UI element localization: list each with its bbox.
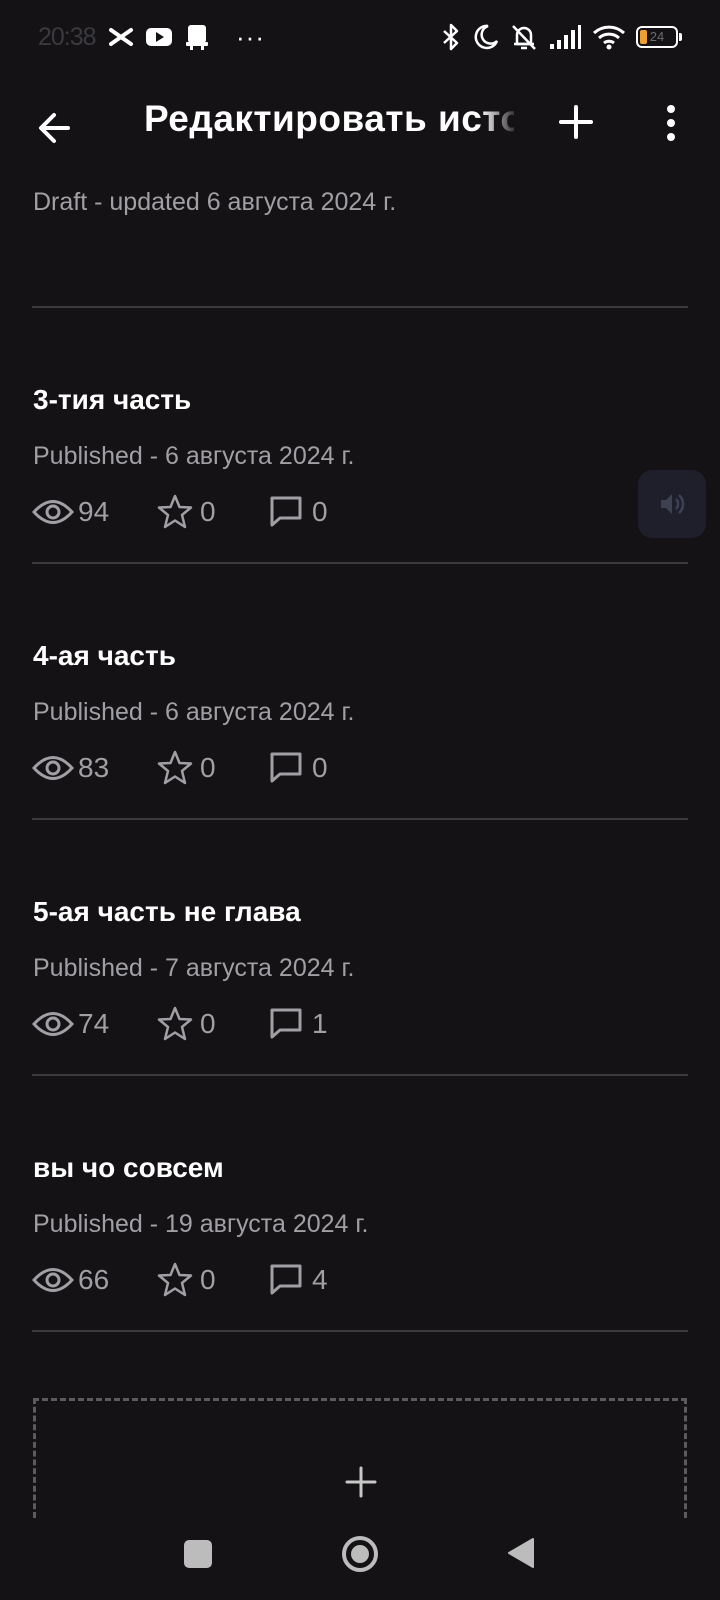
divider <box>32 818 688 820</box>
signal-icon <box>550 25 581 49</box>
star-icon <box>157 1006 193 1041</box>
divider <box>32 1330 688 1332</box>
app-notification-icon <box>186 25 208 50</box>
status-right-icons: 24 <box>440 22 682 52</box>
part-title: 4-ая часть <box>33 640 176 671</box>
eye-icon <box>32 500 74 524</box>
comment-icon <box>270 496 302 527</box>
status-left-icons: ··· <box>106 22 265 52</box>
part-title: 5-ая часть не глава <box>33 896 301 927</box>
page-title: Редактировать история <box>144 98 514 139</box>
add-part-plus-icon <box>345 1466 377 1498</box>
comment-icon <box>270 752 302 783</box>
part-stats: 83 0 0 <box>32 746 328 790</box>
recents-icon[interactable] <box>184 1540 212 1568</box>
battery-level: 24 <box>649 29 665 44</box>
comments-count: 1 <box>312 1008 328 1039</box>
part-title: вы чо совсем <box>33 1152 224 1183</box>
stars-count: 0 <box>200 1264 216 1295</box>
system-nav-bar <box>0 1520 720 1600</box>
views-count: 83 <box>78 752 110 783</box>
part-item[interactable]: 5-ая часть не глава Published - 7 август… <box>0 896 720 1152</box>
title-fade <box>480 98 520 148</box>
app-bar: Редактировать история <box>0 84 720 164</box>
bluetooth-icon <box>443 23 459 51</box>
comment-icon <box>270 1008 302 1039</box>
youtube-icon <box>146 28 172 46</box>
stars-count: 0 <box>200 496 216 527</box>
more-vertical-icon[interactable] <box>656 102 686 144</box>
part-status: Published - 19 августа 2024 г. <box>33 1210 369 1238</box>
bell-muted-icon <box>512 25 536 50</box>
comments-stat: 1 <box>268 1006 328 1042</box>
back-arrow-icon[interactable] <box>32 104 80 152</box>
divider <box>32 306 688 308</box>
comments-stat: 0 <box>268 494 328 530</box>
divider <box>32 562 688 564</box>
eye-icon <box>32 1268 74 1292</box>
part-status: Published - 6 августа 2024 г. <box>33 698 355 726</box>
part-stats: 74 0 1 <box>32 1002 328 1046</box>
status-bar: 20:38 ··· 24 <box>0 0 720 76</box>
stars-stat: 0 <box>156 1005 268 1043</box>
eye-icon <box>32 756 74 780</box>
part-item[interactable]: вы чо совсем Published - 19 августа 2024… <box>0 1152 720 1408</box>
part-stats: 94 0 0 <box>32 490 328 534</box>
stars-stat: 0 <box>156 493 268 531</box>
stars-count: 0 <box>200 1008 216 1039</box>
wifi-icon <box>592 25 626 50</box>
add-part-button[interactable] <box>33 1398 687 1518</box>
part-item[interactable]: 3-тия часть Published - 6 августа 2024 г… <box>0 384 720 640</box>
comments-count: 0 <box>312 496 328 527</box>
part-status: Published - 6 августа 2024 г. <box>33 442 355 470</box>
home-icon[interactable] <box>340 1534 380 1574</box>
comment-icon <box>270 1264 302 1295</box>
part-title: 3-тия часть <box>33 384 192 415</box>
speaker-icon <box>661 494 685 514</box>
views-stat: 66 <box>32 1264 156 1296</box>
views-count: 74 <box>78 1008 110 1039</box>
comments-count: 0 <box>312 752 328 783</box>
views-count: 66 <box>78 1264 110 1295</box>
comments-stat: 0 <box>268 750 328 786</box>
draft-status: Draft - updated 6 августа 2024 г. <box>33 188 397 216</box>
star-icon <box>157 494 193 529</box>
part-status: Published - 7 августа 2024 г. <box>33 954 355 982</box>
views-stat: 74 <box>32 1008 156 1040</box>
stars-stat: 0 <box>156 749 268 787</box>
volume-button[interactable] <box>638 470 706 538</box>
views-stat: 94 <box>32 496 156 528</box>
part-item[interactable]: 4-ая часть Published - 6 августа 2024 г.… <box>0 640 720 896</box>
views-count: 94 <box>78 496 110 527</box>
comments-stat: 4 <box>268 1262 328 1298</box>
part-stats: 66 0 4 <box>32 1258 328 1302</box>
battery-icon: 24 <box>636 26 682 48</box>
stars-stat: 0 <box>156 1261 268 1299</box>
nav-back-icon[interactable] <box>506 1536 536 1570</box>
more-notifications-dots: ··· <box>236 22 265 52</box>
stars-count: 0 <box>200 752 216 783</box>
eye-icon <box>32 1012 74 1036</box>
capcut-icon <box>109 28 133 46</box>
comments-count: 4 <box>312 1264 328 1295</box>
views-stat: 83 <box>32 752 156 784</box>
star-icon <box>157 750 193 785</box>
add-icon[interactable] <box>556 102 596 142</box>
star-icon <box>157 1262 193 1297</box>
moon-icon <box>474 24 499 50</box>
status-time: 20:38 <box>38 23 97 51</box>
divider <box>32 1074 688 1076</box>
